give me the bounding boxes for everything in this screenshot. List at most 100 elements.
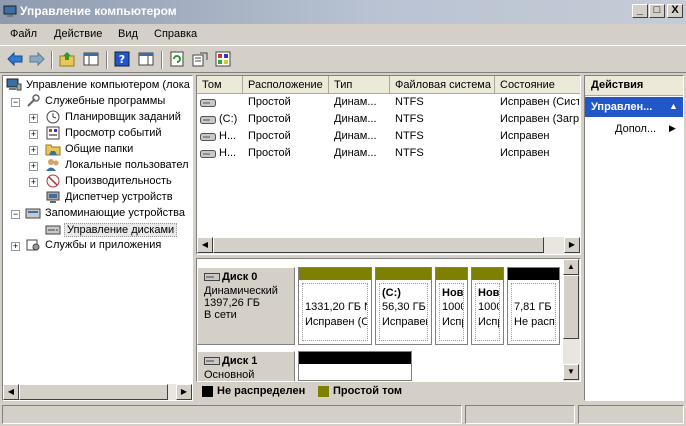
- scroll-thumb[interactable]: [563, 275, 579, 339]
- column-header-type[interactable]: Тип: [329, 76, 390, 94]
- tree-item-system-tools[interactable]: Служебные программы: [25, 94, 190, 110]
- disk-1-partition[interactable]: [298, 351, 412, 381]
- back-arrow-icon[interactable]: [6, 50, 24, 68]
- menu-view[interactable]: Вид: [118, 28, 138, 40]
- scroll-left-button[interactable]: ◀: [197, 237, 213, 253]
- legend-swatch-unallocated: [202, 386, 213, 397]
- volume-horizontal-scrollbar[interactable]: ◀ ▶: [197, 237, 580, 254]
- tree-item-task-scheduler[interactable]: Планировщик заданий: [45, 110, 192, 126]
- disk-state: В сети: [204, 309, 237, 321]
- menu-file[interactable]: Файл: [10, 28, 37, 40]
- up-folder-icon[interactable]: [58, 50, 76, 68]
- partition-size: 1000: [442, 301, 463, 313]
- scroll-down-button[interactable]: ▼: [563, 364, 579, 380]
- tree-item-device-manager[interactable]: Диспетчер устройств: [45, 190, 192, 206]
- disk-type: Основной: [204, 369, 255, 381]
- status-bar-cell: [578, 405, 684, 424]
- disk-properties-icon[interactable]: [214, 50, 232, 68]
- tree-label: Служебные программы: [45, 95, 166, 107]
- tree-horizontal-scrollbar[interactable]: ◀ ▶: [3, 384, 192, 400]
- actions-more[interactable]: Допол... ▶: [585, 120, 683, 138]
- actions-title: Действия: [591, 79, 644, 91]
- table-cell: Исправен (Загр: [500, 113, 579, 125]
- actions-section-disk-management[interactable]: Управлен... ▲: [585, 97, 683, 117]
- expand-toggle[interactable]: +: [11, 242, 20, 251]
- tree-item-disk-management[interactable]: Управление дисками: [45, 222, 192, 238]
- menu-help[interactable]: Справка: [154, 28, 197, 40]
- collapse-arrow-icon[interactable]: ▲: [669, 101, 678, 111]
- forward-arrow-icon[interactable]: [28, 50, 46, 68]
- scroll-thumb[interactable]: [213, 237, 544, 253]
- scroll-up-button[interactable]: ▲: [563, 259, 579, 275]
- legend-label-simple-volume: Простой том: [333, 385, 403, 397]
- export-list-icon[interactable]: [191, 50, 209, 68]
- computer-management-icon: [6, 78, 22, 91]
- tree-item-services[interactable]: Службы и приложения: [25, 238, 190, 254]
- tree-item-performance[interactable]: Производительность: [45, 174, 192, 190]
- scroll-thumb[interactable]: [19, 384, 168, 400]
- partition-status: Испр: [478, 316, 499, 328]
- partition[interactable]: 7,81 ГБ Не расп: [507, 267, 560, 345]
- tree-item-storage[interactable]: Запоминающие устройства: [25, 206, 190, 222]
- table-row[interactable]: Н... Простой Динам... NTFS Исправен: [197, 146, 580, 162]
- device-manager-icon: [46, 191, 60, 203]
- expand-toggle[interactable]: +: [29, 178, 38, 187]
- expand-toggle[interactable]: +: [29, 162, 38, 171]
- tree-item-computer-management[interactable]: Управление компьютером (лока: [6, 78, 191, 94]
- partition-size: 7,81 ГБ: [514, 301, 552, 313]
- expand-toggle[interactable]: +: [29, 130, 38, 139]
- column-header-filesystem[interactable]: Файловая система: [390, 76, 495, 94]
- toolbar-separator: [106, 51, 108, 69]
- scroll-right-button[interactable]: ▶: [176, 384, 192, 400]
- column-header-volume[interactable]: Том: [197, 76, 243, 94]
- minimize-button[interactable]: _: [632, 4, 648, 18]
- partition-color-bar: [472, 268, 503, 280]
- table-row[interactable]: Простой Динам... NTFS Исправен (Сист: [197, 95, 580, 111]
- partition[interactable]: Нов 1000 Испр: [471, 267, 504, 345]
- maximize-button[interactable]: □: [649, 4, 665, 18]
- table-row[interactable]: Н... Простой Динам... NTFS Исправен: [197, 129, 580, 145]
- users-icon: [46, 159, 59, 171]
- column-header-status[interactable]: Состояние: [495, 76, 580, 94]
- help-icon[interactable]: ?: [113, 50, 131, 68]
- tree-item-local-users[interactable]: Локальные пользовател: [45, 158, 192, 174]
- disk-0-label[interactable]: Диск 0 Динамический 1397,26 ГБ В сети: [197, 267, 295, 345]
- collapse-toggle[interactable]: −: [11, 210, 20, 219]
- tree-label: Производительность: [65, 175, 172, 187]
- tree-item-shared-folders[interactable]: Общие папки: [45, 142, 192, 158]
- partition[interactable]: Нов 1000 Испр: [435, 267, 468, 345]
- scroll-right-button[interactable]: ▶: [564, 237, 580, 253]
- collapse-toggle[interactable]: −: [11, 98, 20, 107]
- partition-color-bar: [299, 268, 371, 280]
- partition[interactable]: 1331,20 ГБ N Исправен (С: [298, 267, 372, 345]
- disk-vertical-scrollbar[interactable]: ▲ ▼: [563, 259, 580, 381]
- legend-swatch-simple-volume: [318, 386, 329, 397]
- partition[interactable]: (C:) 56,30 ГБ Исправен: [375, 267, 432, 345]
- tree-label: Общие папки: [65, 143, 134, 155]
- expand-toggle[interactable]: +: [29, 146, 38, 155]
- column-header-layout[interactable]: Расположение: [243, 76, 329, 94]
- partition-size: 1000: [478, 301, 499, 313]
- actions-header: Действия: [585, 76, 683, 96]
- properties-pane-icon[interactable]: [137, 50, 155, 68]
- tree-label: Службы и приложения: [45, 239, 162, 251]
- disk-graphical-view[interactable]: Диск 0 Динамический 1397,26 ГБ В сети 13…: [196, 258, 581, 382]
- table-cell: NTFS: [395, 96, 424, 108]
- tree-label: Просмотр событий: [65, 127, 162, 139]
- table-cell: Простой: [248, 147, 291, 159]
- scroll-left-button[interactable]: ◀: [3, 384, 19, 400]
- table-cell: Н...: [219, 130, 237, 142]
- console-tree[interactable]: Управление компьютером (лока − Служебные…: [2, 75, 193, 401]
- tree-item-event-viewer[interactable]: Просмотр событий: [45, 126, 192, 142]
- disk-1-label[interactable]: Диск 1 Основной: [197, 351, 295, 381]
- table-cell: NTFS: [395, 113, 424, 125]
- title-bar[interactable]: Управление компьютером _ □ X: [0, 0, 686, 24]
- partition-title: (C:): [382, 287, 401, 299]
- close-button[interactable]: X: [667, 4, 683, 18]
- show-hide-tree-icon[interactable]: [82, 50, 100, 68]
- menu-action[interactable]: Действие: [54, 28, 102, 40]
- volume-list[interactable]: Том Расположение Тип Файловая система Со…: [196, 75, 581, 255]
- refresh-icon[interactable]: [168, 50, 186, 68]
- expand-toggle[interactable]: +: [29, 114, 38, 123]
- table-row[interactable]: (C:) Простой Динам... NTFS Исправен (Загр: [197, 112, 580, 128]
